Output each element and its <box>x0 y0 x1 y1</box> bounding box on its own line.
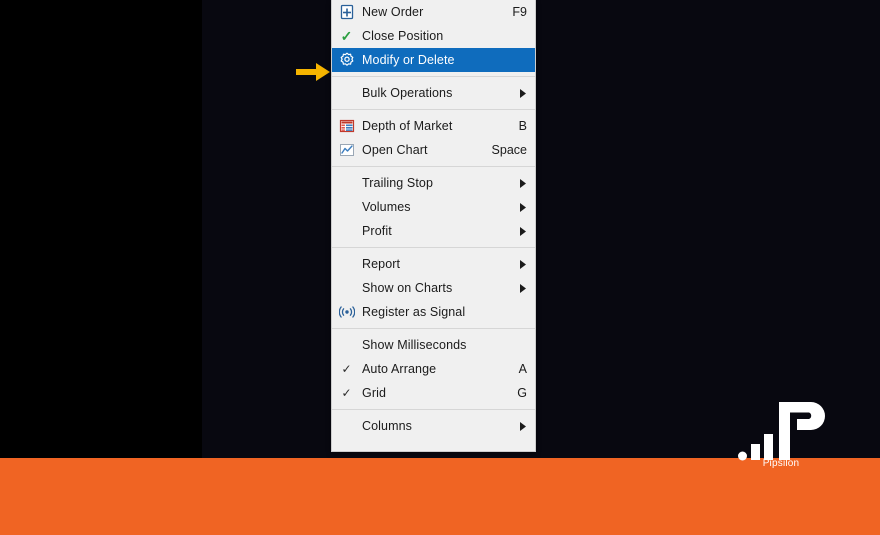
depth-of-market-icon <box>332 114 361 138</box>
menu-separator <box>332 76 535 77</box>
menu-separator <box>332 409 535 410</box>
menu-item-profit[interactable]: Profit <box>332 219 535 243</box>
menu-item-label: Grid <box>362 386 387 400</box>
chevron-right-icon <box>520 88 526 98</box>
open-chart-icon <box>332 138 361 162</box>
chevron-right-icon <box>520 178 526 188</box>
chevron-right-icon <box>520 421 526 431</box>
menu-item-open-chart[interactable]: Open Chart Space <box>332 138 535 162</box>
check-green-icon: ✓ <box>340 28 353 44</box>
menu-item-label: Modify or Delete <box>362 53 455 67</box>
menu-item-volumes[interactable]: Volumes <box>332 195 535 219</box>
new-order-icon <box>340 4 353 20</box>
menu-item-label: Close Position <box>362 29 444 43</box>
menu-item-show-on-charts[interactable]: Show on Charts <box>332 276 535 300</box>
menu-item-label: Trailing Stop <box>362 176 434 190</box>
menu-icon-slot <box>332 81 361 105</box>
submenu-indicator <box>517 283 527 293</box>
screenshot-root: New Order F9 ✓ Close Position Modify or Dele… <box>0 0 880 535</box>
menu-item-trailing-stop[interactable]: Trailing Stop <box>332 171 535 195</box>
pipsilon-logo-caption: Pipsilon <box>762 458 800 469</box>
menu-item-shortcut: Space <box>491 143 527 157</box>
menu-item-modify-or-delete[interactable]: Modify or Delete <box>332 48 535 72</box>
menu-item-label: New Order <box>362 5 424 19</box>
menu-item-label: Report <box>362 257 401 271</box>
menu-item-label: Auto Arrange <box>362 362 437 376</box>
gear-icon <box>340 52 353 66</box>
submenu-indicator <box>517 226 527 236</box>
menu-item-show-milliseconds[interactable]: Show Milliseconds <box>332 333 535 357</box>
menu-item-label: Register as Signal <box>362 305 466 319</box>
chevron-right-icon <box>520 202 526 212</box>
check-icon: ✓ <box>332 381 361 405</box>
menu-separator <box>332 328 535 329</box>
menu-item-label: Columns <box>362 419 413 433</box>
menu-item-label: Open Chart <box>362 143 428 157</box>
menu-item-shortcut: B <box>518 119 527 133</box>
depth-of-market-icon <box>339 119 354 133</box>
menu-item-label: Show Milliseconds <box>362 338 467 352</box>
menu-icon-slot <box>332 333 361 357</box>
signal-icon <box>332 300 361 324</box>
context-menu[interactable]: New Order F9 ✓ Close Position Modify or Dele… <box>331 0 536 452</box>
signal-icon <box>338 306 355 318</box>
menu-item-shortcut: G <box>517 386 527 400</box>
submenu-indicator <box>517 421 527 431</box>
menu-icon-slot <box>332 219 361 243</box>
menu-item-label: Bulk Operations <box>362 86 453 100</box>
open-chart-icon <box>339 144 354 156</box>
menu-item-depth-of-market[interactable]: Depth of Market B <box>332 114 535 138</box>
menu-item-grid[interactable]: ✓ Grid G <box>332 381 535 405</box>
chevron-right-icon <box>520 226 526 236</box>
menu-icon-slot <box>332 171 361 195</box>
menu-item-label: Profit <box>362 224 392 238</box>
menu-separator <box>332 247 535 248</box>
chevron-right-icon <box>520 283 526 293</box>
menu-item-shortcut: F9 <box>512 5 527 19</box>
check-icon: ✓ <box>341 386 352 400</box>
menu-separator <box>332 166 535 167</box>
menu-icon-slot <box>332 414 361 438</box>
menu-separator <box>332 109 535 110</box>
menu-item-auto-arrange[interactable]: ✓ Auto Arrange A <box>332 357 535 381</box>
gear-icon <box>332 48 361 72</box>
menu-item-label: Depth of Market <box>362 119 453 133</box>
submenu-indicator <box>517 88 527 98</box>
menu-item-label: Volumes <box>362 200 411 214</box>
submenu-indicator <box>517 259 527 269</box>
menu-item-close-position[interactable]: ✓ Close Position <box>332 24 535 48</box>
new-order-icon <box>332 0 361 24</box>
menu-item-columns[interactable]: Columns <box>332 414 535 438</box>
submenu-indicator <box>517 178 527 188</box>
menu-item-register-as-signal[interactable]: Register as Signal <box>332 300 535 324</box>
check-green-icon: ✓ <box>332 24 361 48</box>
menu-item-bulk-operations[interactable]: Bulk Operations <box>332 81 535 105</box>
background-left-panel <box>0 0 202 458</box>
yellow-arrow-pointer <box>296 63 330 81</box>
menu-icon-slot <box>332 195 361 219</box>
menu-icon-slot <box>332 252 361 276</box>
submenu-indicator <box>517 202 527 212</box>
check-icon: ✓ <box>332 357 361 381</box>
menu-item-new-order[interactable]: New Order F9 <box>332 0 535 24</box>
menu-item-label: Show on Charts <box>362 281 453 295</box>
menu-item-shortcut: A <box>518 362 527 376</box>
menu-icon-slot <box>332 276 361 300</box>
menu-item-report[interactable]: Report <box>332 252 535 276</box>
check-icon: ✓ <box>341 362 352 376</box>
chevron-right-icon <box>520 259 526 269</box>
